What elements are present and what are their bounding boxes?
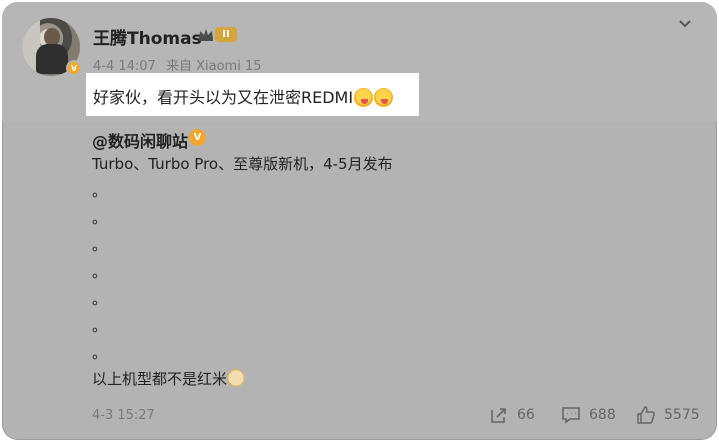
repost-line: 。 [92, 236, 108, 254]
repost-line: 以上机型都不是红米 [92, 368, 246, 389]
share-icon [491, 408, 506, 423]
repost-line: 。 [92, 317, 108, 335]
laughing-emoji-icon [354, 88, 374, 107]
repost-line: 。 [92, 290, 108, 308]
repost-line: 。 [92, 263, 108, 281]
post-text-content: 好家伙，看开头以为又在泄密REDMI [93, 88, 354, 107]
repost-line: 。 [92, 182, 108, 200]
comment-button[interactable]: 688 [561, 405, 616, 425]
repost-author[interactable]: @数码闲聊站 [92, 128, 188, 152]
avatar-body [36, 44, 68, 74]
repost-count: 66 [517, 407, 535, 423]
verified-badge: V [66, 60, 82, 76]
username[interactable]: 王腾Thomas [93, 24, 202, 49]
level-badge: II [215, 27, 237, 42]
repost-line: 。 [92, 209, 108, 227]
weibo-post-card: V 王腾Thomas II 4-4 14:07 来自 Xiaomi 15 好家伙… [2, 2, 717, 440]
repost-line: Turbo、Turbo Pro、至尊版新机，4-5月发布 [92, 155, 393, 173]
doge-emoji-icon [227, 369, 246, 387]
like-icon [637, 406, 655, 424]
verified-v-icon: V [189, 129, 206, 146]
like-count: 5575 [664, 407, 700, 423]
repost-line-text: 以上机型都不是红米 [92, 370, 228, 388]
post-meta: 4-4 14:07 来自 Xiaomi 15 [93, 55, 268, 74]
post-text: 好家伙，看开头以为又在泄密REDMI [93, 84, 394, 108]
like-button[interactable]: 5575 [636, 405, 700, 425]
comment-icon [562, 407, 580, 424]
chevron-down-icon[interactable] [677, 16, 693, 32]
comment-count: 688 [589, 407, 616, 423]
post-source: 来自 Xiaomi 15 [165, 59, 262, 74]
repost-button[interactable]: 66 [489, 405, 535, 425]
repost-line: 。 [92, 344, 108, 362]
crown-icon [199, 29, 213, 41]
laughing-emoji-icon [374, 88, 394, 107]
repost-timestamp[interactable]: 4-3 15:27 [92, 408, 155, 423]
post-time[interactable]: 4-4 14:07 [93, 59, 156, 74]
